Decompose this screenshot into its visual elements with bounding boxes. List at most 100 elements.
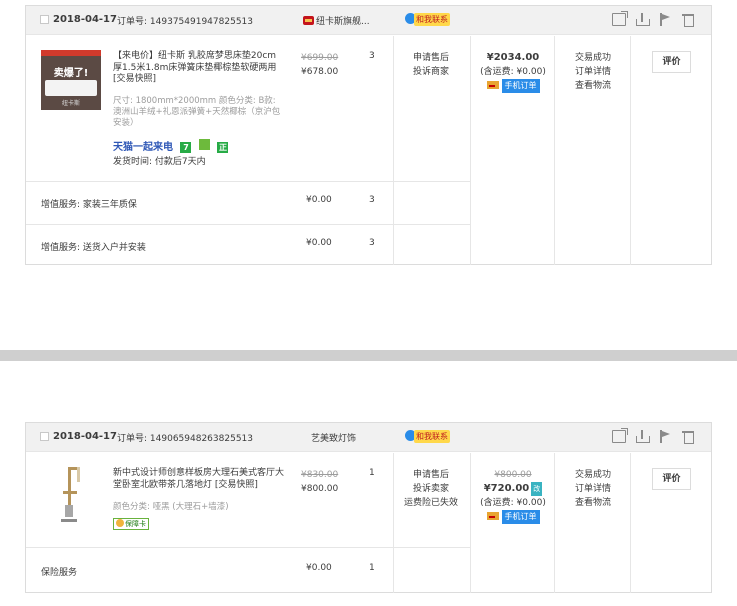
review-button[interactable]: 评价 [652,468,691,490]
current-price: ¥678.00 [301,67,339,77]
order-number: 订单号: 149065948263825513 [117,431,253,444]
order-tools [606,11,695,29]
price-changed-tag: 改 [531,482,543,496]
upload-icon[interactable] [635,13,651,26]
order-card: 2018-04-17 订单号: 149065948263825513 艺美致灯饰… [25,422,712,593]
contact-seller-label: 和我联系 [414,430,450,443]
product-spec: 颜色分类: 哑黑 (大理石+墙漆) [113,502,229,512]
shipping-insurance-status: 运费险已失效 [403,498,458,508]
shop-link[interactable]: 纽卡斯旗舰... [303,14,370,27]
seven-day-return-icon: 7 [180,142,192,153]
product-title-link[interactable]: 新中式设计师创意样板房大理石美式客厅大堂卧室北欧带茶几落地灯 [交易快照] [113,468,291,491]
product-image[interactable]: 卖爆了! 纽卡斯 [41,50,101,110]
service-quantity: 1 [369,563,375,573]
current-price: ¥800.00 [301,484,339,494]
quantity: 3 [369,51,375,61]
apply-after-sale-link[interactable]: 申请售后 [398,51,464,65]
order-header: 2018-04-17 订单号: 149065948263825513 艺美致灯饰… [26,423,711,452]
promo-row: 天猫一起来电 7 正 [113,138,229,153]
tmall-promo: 天猫一起来电 [113,142,173,153]
authentic-icon: 正 [217,142,229,153]
upload-icon[interactable] [635,430,651,443]
share-icon[interactable] [612,11,629,26]
row-divider [26,547,470,548]
order-number-label: 订单号: [117,17,148,27]
product-spec: 尺寸: 1800mm*2000mm 颜色分类: B款: 澳洲山羊绒+礼恩派弹簧+… [113,96,281,128]
column-divider [393,36,394,265]
service-name: 增值服务: 家装三年质保 [41,200,137,210]
service-price: ¥0.00 [306,563,332,573]
service-price: ¥0.00 [306,238,332,248]
shop-name: 艺美致灯饰 [311,434,357,444]
contact-seller-button[interactable]: 和我联系 [405,13,450,26]
order-total: ¥800.00 ¥720.00 改 (含运费: ¥0.00) 手机订单 [472,468,554,524]
service-quantity: 3 [369,238,375,248]
row-divider [26,224,470,225]
column-divider [554,36,555,265]
tmall-shop-icon [303,16,314,25]
column-divider [554,453,555,593]
unit-price: ¥830.00 ¥800.00 [301,468,338,496]
service-price: ¥0.00 [306,195,332,205]
guarantee-card-badge: 保障卡 [113,518,149,530]
service-name: 保险服务 [41,568,78,578]
order-tools [606,428,695,446]
total-price: ¥2034.00 [486,52,540,63]
order-card: 2018-04-17 订单号: 1493754919478255‍13 纽卡斯旗… [25,5,712,265]
order-number-value: 1493754919478255‍13 [149,17,253,27]
after-sale-links: 申请售后 投诉商家 [398,51,464,79]
quantity: 1 [369,468,375,478]
guarantee-icon [198,139,210,150]
column-divider [470,36,471,265]
product-title-link[interactable]: 【来电价】纽卡斯 乳胶席梦思床垫20cm厚1.5米1.8m床弹簧床垫椰棕垫软硬两… [113,51,285,86]
order-status: 交易成功 订单详情 查看物流 [556,468,630,510]
complain-link[interactable]: 投诉卖家 [396,482,466,496]
review-button[interactable]: 评价 [652,51,691,73]
product-image[interactable] [41,463,101,523]
service-name: 增值服务: 送货入户并安装 [41,243,146,253]
total-price: ¥720.00 [483,483,530,494]
view-logistics-link[interactable]: 查看物流 [556,79,630,93]
apply-after-sale-link[interactable]: 申请售后 [396,468,466,482]
guarantee-card: 保障卡 [113,518,149,530]
order-number: 订单号: 1493754919478255‍13 [117,14,253,27]
mobile-order-tag: 手机订单 [501,79,540,93]
order-detail-link[interactable]: 订单详情 [556,65,630,79]
view-logistics-link[interactable]: 查看物流 [556,496,630,510]
shop-name: 纽卡斯旗舰... [316,17,370,27]
unit-price: ¥699.00 ¥678.00 [301,51,338,79]
order-date: 2018-04-17 [53,14,117,25]
trash-icon[interactable] [681,13,695,27]
product-image-caption: 卖爆了! [53,68,89,79]
section-divider [0,350,737,361]
shipping-note: (含运费: ¥0.00) [480,67,546,77]
guarantee-card-label: 保障卡 [125,520,146,528]
ship-time: 发货时间: 付款后7天内 [113,157,206,167]
status-text: 交易成功 [574,53,611,63]
after-sale-links: 申请售后 投诉卖家 运费险已失效 [396,468,466,510]
complain-link[interactable]: 投诉商家 [398,65,464,79]
order-checkbox[interactable] [40,432,49,441]
order-number-label: 订单号: [117,434,148,444]
column-divider [630,36,631,265]
order-date: 2018-04-17 [53,431,117,442]
star-icon [116,519,124,527]
order-header: 2018-04-17 订单号: 1493754919478255‍13 纽卡斯旗… [26,6,711,35]
order-number-value: 149065948263825513 [149,434,253,444]
order-detail-link[interactable]: 订单详情 [556,482,630,496]
flag-icon[interactable] [658,13,672,26]
share-icon[interactable] [612,428,629,443]
original-price: ¥699.00 [301,53,339,63]
column-divider [393,453,394,593]
contact-seller-label: 和我联系 [414,13,450,26]
product-image-brand: 纽卡斯 [61,100,80,107]
service-quantity: 3 [369,195,375,205]
contact-seller-button[interactable]: 和我联系 [405,430,450,443]
column-divider [630,453,631,593]
payment-card-icon [486,512,499,520]
original-price: ¥830.00 [301,470,339,480]
shop-link[interactable]: 艺美致灯饰 [311,431,356,444]
trash-icon[interactable] [681,430,695,444]
flag-icon[interactable] [658,430,672,443]
order-checkbox[interactable] [40,15,49,24]
